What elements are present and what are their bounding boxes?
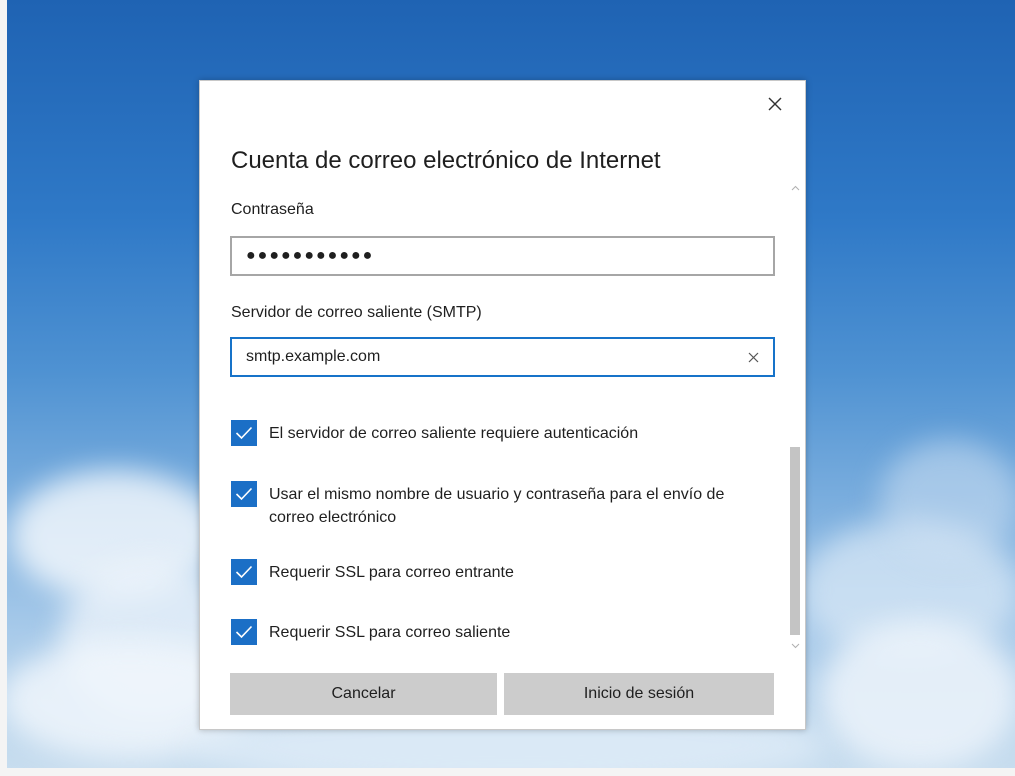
desktop-background: Cuenta de correo electrónico de Internet… bbox=[0, 0, 1015, 776]
checkmark-icon bbox=[235, 426, 253, 440]
scrollbar[interactable] bbox=[788, 181, 802, 653]
sign-in-button[interactable]: Inicio de sesión bbox=[504, 673, 774, 715]
password-value: ●●●●●●●●●●● bbox=[246, 247, 375, 264]
cloud bbox=[880, 440, 1015, 560]
smtp-server-value: smtp.example.com bbox=[246, 348, 381, 365]
password-field[interactable]: ●●●●●●●●●●● bbox=[230, 236, 775, 276]
check-row-ssl-outgoing[interactable]: Requerir SSL para correo saliente bbox=[231, 619, 510, 645]
smtp-server-field[interactable]: smtp.example.com bbox=[230, 337, 775, 377]
checkmark-icon bbox=[235, 565, 253, 579]
scrollbar-thumb[interactable] bbox=[790, 447, 800, 635]
checkbox-ssl-incoming[interactable] bbox=[231, 559, 257, 585]
password-label: Contraseña bbox=[231, 201, 314, 218]
checkbox-ssl-outgoing-label: Requerir SSL para correo saliente bbox=[269, 624, 511, 641]
dialog-title: Cuenta de correo electrónico de Internet bbox=[231, 147, 661, 174]
clear-input-button[interactable] bbox=[743, 347, 763, 367]
checkmark-icon bbox=[235, 487, 253, 501]
check-row-auth[interactable]: El servidor de correo saliente requiere … bbox=[231, 420, 638, 446]
chevron-up-icon bbox=[791, 185, 799, 191]
checkbox-auth-label: El servidor de correo saliente requiere … bbox=[269, 425, 639, 442]
cancel-button[interactable]: Cancelar bbox=[230, 673, 497, 715]
scroll-up-button[interactable] bbox=[788, 181, 802, 195]
account-dialog: Cuenta de correo electrónico de Internet… bbox=[199, 80, 806, 730]
close-button[interactable] bbox=[760, 89, 790, 119]
clear-icon bbox=[748, 352, 758, 362]
check-row-same-credentials[interactable]: Usar el mismo nombre de usuario y contra… bbox=[231, 481, 751, 529]
chevron-down-icon bbox=[791, 643, 799, 649]
screen-frame-bottom bbox=[0, 768, 1015, 776]
check-row-ssl-incoming[interactable]: Requerir SSL para correo entrante bbox=[231, 559, 514, 585]
checkbox-ssl-incoming-label: Requerir SSL para correo entrante bbox=[269, 564, 514, 581]
cloud bbox=[820, 620, 1015, 770]
checkbox-ssl-outgoing[interactable] bbox=[231, 619, 257, 645]
checkmark-icon bbox=[235, 625, 253, 639]
screen-frame-left bbox=[0, 0, 7, 776]
scroll-down-button[interactable] bbox=[788, 639, 802, 653]
checkbox-same-credentials-label: Usar el mismo nombre de usuario y contra… bbox=[269, 486, 725, 526]
checkbox-same-credentials[interactable] bbox=[231, 481, 257, 507]
checkbox-auth[interactable] bbox=[231, 420, 257, 446]
smtp-label: Servidor de correo saliente (SMTP) bbox=[231, 304, 482, 321]
close-icon bbox=[768, 97, 782, 111]
